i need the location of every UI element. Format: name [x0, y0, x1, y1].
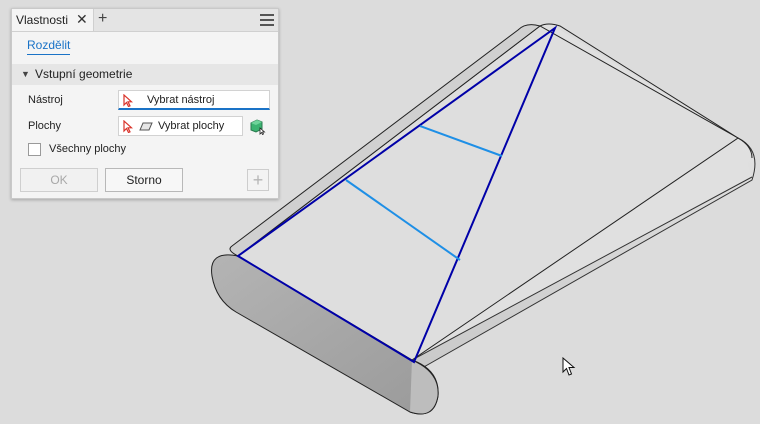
chevron-down-icon[interactable]: ▼ [21, 69, 30, 79]
mouse-pointer-icon [562, 357, 576, 376]
tab-split[interactable]: Rozdělit [27, 38, 71, 55]
properties-panel: Vlastnosti ✕ + Rozdělit ▼ Vstupní geomet… [11, 8, 279, 199]
all-faces-checkbox[interactable] [28, 143, 41, 156]
section-label: Vstupní geometrie [35, 67, 133, 81]
faces-label: Plochy [28, 120, 62, 132]
add-plus-button[interactable]: + [247, 169, 269, 191]
faces-selector[interactable]: Vybrat plochy [118, 116, 243, 136]
cancel-button[interactable]: Storno [105, 168, 183, 192]
tab-title: Vlastnosti [16, 13, 69, 27]
section-input-geometry[interactable]: ▼ Vstupní geometrie [12, 64, 278, 85]
plus-icon[interactable]: + [98, 10, 107, 28]
face-icon [139, 122, 153, 131]
tool-selector-text: Vybrat nástroj [147, 94, 215, 106]
hamburger-menu-icon[interactable] [260, 14, 274, 26]
tab-properties[interactable]: Vlastnosti ✕ [12, 9, 94, 31]
solid-body-icon[interactable] [249, 119, 267, 135]
panel-tab-bar: Vlastnosti ✕ + [12, 9, 278, 32]
ok-button[interactable]: OK [20, 168, 98, 192]
close-icon[interactable]: ✕ [76, 11, 88, 27]
select-cursor-icon [123, 120, 133, 133]
tool-selector[interactable]: Vybrat nástroj [118, 90, 270, 110]
select-cursor-icon [123, 94, 133, 107]
tool-label: Nástroj [28, 94, 63, 106]
faces-selector-text: Vybrat plochy [158, 120, 225, 132]
all-faces-label: Všechny plochy [49, 143, 127, 155]
